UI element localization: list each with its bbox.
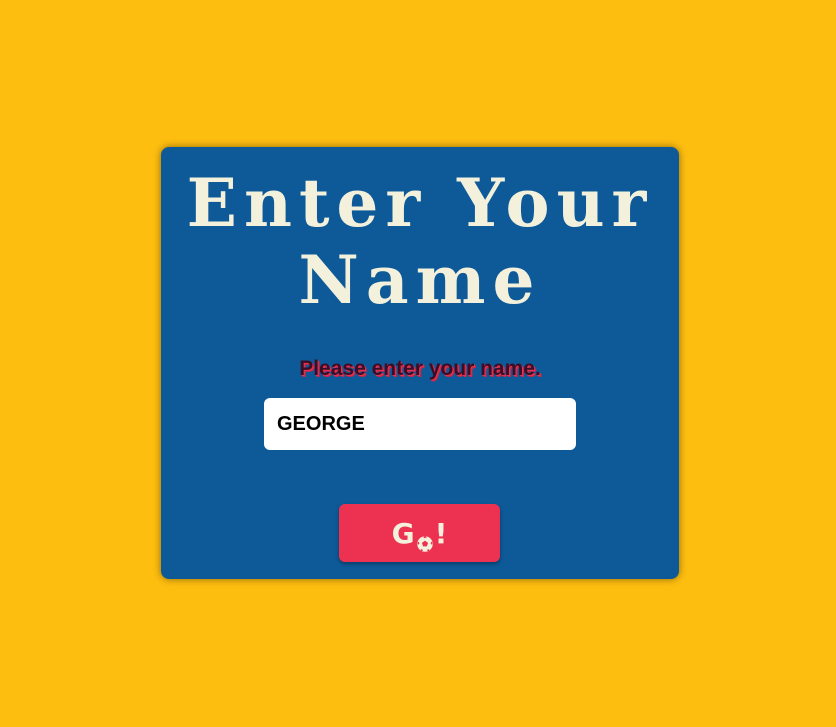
name-input[interactable] bbox=[264, 398, 576, 450]
page-title: Enter Your Name bbox=[161, 165, 679, 319]
go-button-text-start: G bbox=[391, 516, 415, 550]
name-entry-card: Enter Your Name Please enter your name. G… bbox=[161, 147, 679, 579]
page-background: Enter Your Name Please enter your name. G… bbox=[0, 0, 836, 727]
name-prompt-label: Please enter your name. bbox=[299, 357, 541, 380]
title-line-1: Enter Your bbox=[186, 164, 654, 242]
go-button[interactable]: G ! bbox=[339, 504, 500, 562]
soccer-ball-icon bbox=[416, 527, 434, 553]
go-button-text-end: ! bbox=[434, 516, 448, 550]
title-line-2: Name bbox=[298, 241, 542, 319]
